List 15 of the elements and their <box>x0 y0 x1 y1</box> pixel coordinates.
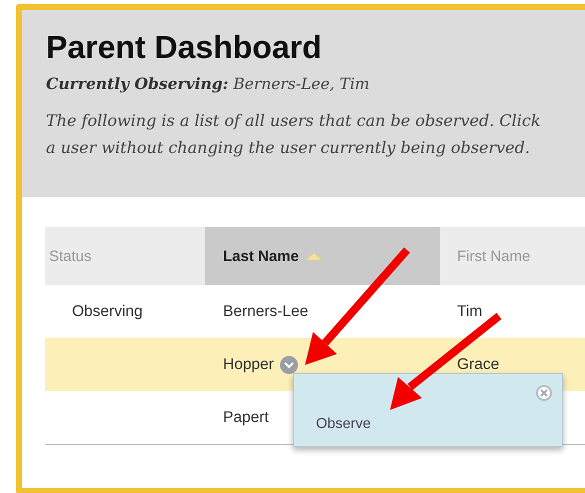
menu-item[interactable]: Observe <box>316 416 371 432</box>
description-text: a user without changing the user currently being observed. <box>46 137 531 159</box>
last-name-cell: Hopper <box>223 356 274 374</box>
first-name-cell: Tim <box>457 302 482 320</box>
observing-line: Currently Observing: Berners-Lee, Tim <box>46 74 370 93</box>
sort-up-icon <box>304 252 323 260</box>
status-cell: Observing <box>72 302 143 320</box>
close-icon[interactable] <box>536 385 552 401</box>
page-title: Parent Dashboard <box>46 30 323 64</box>
chevron-down-icon[interactable] <box>280 356 298 374</box>
first-name-cell: Grace <box>457 356 500 374</box>
column-header[interactable]: Last Name <box>205 227 440 285</box>
description-text: The following is a list of all users that can be observed. Click <box>46 110 542 132</box>
last-name-cell: Papert <box>223 408 269 426</box>
last-name-cell: Berners-Lee <box>223 302 308 320</box>
